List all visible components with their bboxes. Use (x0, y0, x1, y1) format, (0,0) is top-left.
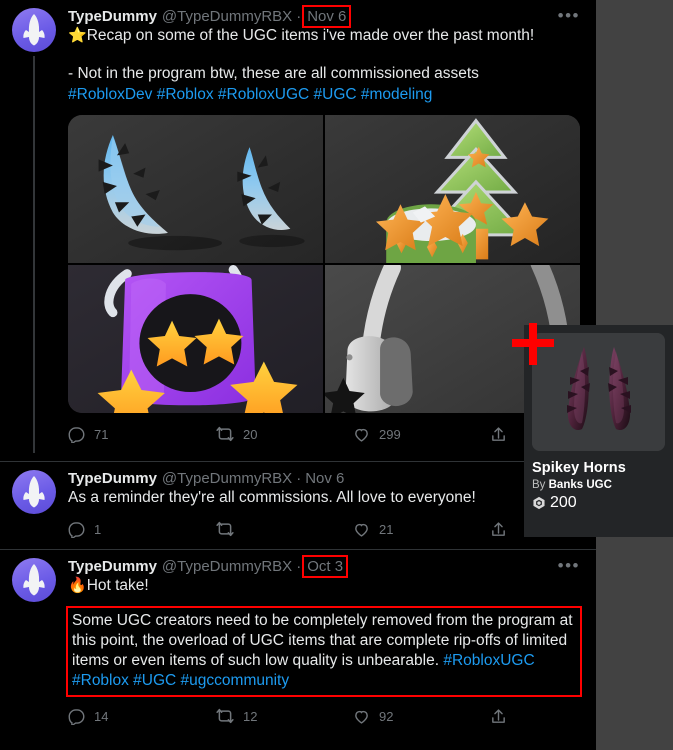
item-price-row: 200 (532, 494, 665, 512)
hashtag-list[interactable]: #RobloxDev #Roblox #RobloxUGC #UGC #mode… (68, 86, 432, 103)
heart-icon (355, 710, 368, 724)
star-emoji: ⭐ (68, 27, 87, 44)
like-count: 21 (379, 521, 394, 537)
tweet-hashtags[interactable]: #RobloxDev #Roblox #RobloxUGC #UGC #mode… (68, 85, 580, 105)
avatar[interactable] (12, 470, 56, 514)
reply-icon (68, 708, 85, 725)
reply-icon (68, 426, 85, 443)
tweet-body: TypeDummy @TypeDummyRBX · Nov 6 As a rem… (68, 470, 584, 546)
tweet-actions: 14 12 92 (68, 699, 580, 733)
item-price: 200 (550, 494, 577, 511)
tweet-actions: 71 20 299 (68, 417, 580, 451)
tweet-header: TypeDummy @TypeDummyRBX · Nov 6 ••• (68, 5, 580, 28)
handle[interactable]: @TypeDummyRBX (162, 8, 292, 25)
media-purple-star-hood[interactable] (68, 265, 323, 413)
avatar-column (12, 8, 68, 453)
tweet-media-grid[interactable] (68, 115, 580, 413)
reply-button[interactable]: 71 (68, 426, 216, 443)
reply-count: 14 (94, 708, 109, 724)
like-count: 299 (379, 426, 401, 442)
retweet-button[interactable]: 12 (216, 707, 353, 725)
like-button[interactable]: 92 (353, 708, 490, 725)
by-label: By (532, 479, 546, 491)
media-ice-spikey-horns[interactable] (68, 115, 323, 263)
heart-icon (355, 428, 368, 442)
share-icon (492, 521, 505, 536)
tweet-header: TypeDummy @TypeDummyRBX · Nov 6 (68, 470, 580, 487)
handle[interactable]: @TypeDummyRBX (162, 558, 292, 575)
display-name[interactable]: TypeDummy (68, 470, 157, 487)
tweet-header: TypeDummy @TypeDummyRBX · Oct 3 ••• (68, 555, 580, 578)
twitter-thread-column: TypeDummy @TypeDummyRBX · Nov 6 ••• ⭐Rec… (0, 0, 596, 750)
retweet-icon (216, 708, 234, 724)
avatar-column (12, 558, 68, 733)
tweet-text-line-1: ⭐Recap on some of the UGC items i've mad… (68, 26, 580, 46)
timestamp[interactable]: Nov 6 (305, 470, 344, 487)
heart-icon (355, 523, 368, 537)
spikey-horns-thumbnail[interactable] (532, 333, 665, 451)
thread-connector-line (33, 56, 35, 453)
tweet-body: TypeDummy @TypeDummyRBX · Oct 3 ••• 🔥Hot… (66, 555, 584, 733)
retweet-count: 12 (243, 708, 258, 724)
fire-emoji: 🔥 (68, 577, 87, 594)
reply-count: 71 (94, 426, 109, 442)
share-button[interactable] (490, 521, 516, 538)
reply-button[interactable]: 14 (68, 708, 216, 725)
display-name[interactable]: TypeDummy (68, 8, 157, 25)
timestamp[interactable]: Nov 6 (302, 5, 352, 28)
separator-dot: · (296, 8, 302, 25)
timestamp[interactable]: Oct 3 (302, 555, 349, 578)
tweet-text-line-1: 🔥Hot take! (68, 576, 580, 596)
robux-icon (533, 496, 545, 510)
tweet-body: TypeDummy @TypeDummyRBX · Nov 6 ••• ⭐Rec… (68, 5, 584, 451)
like-button[interactable]: 299 (353, 426, 490, 443)
item-creator-row: By Banks UGC (532, 479, 665, 491)
more-options-icon[interactable]: ••• (558, 557, 580, 574)
like-button[interactable]: 21 (353, 521, 490, 538)
avatar[interactable] (12, 8, 56, 52)
handle[interactable]: @TypeDummyRBX (162, 470, 292, 487)
tweet-text-1a: Recap on some of the UGC items i've made… (86, 27, 535, 44)
retweet-count: 20 (243, 426, 258, 442)
retweet-button[interactable] (216, 520, 353, 538)
avatar[interactable] (12, 558, 56, 602)
more-options-icon[interactable]: ••• (558, 7, 580, 24)
retweet-icon (216, 521, 234, 537)
reply-button[interactable]: 1 (68, 521, 216, 538)
media-christmas-tree-hat[interactable] (325, 115, 580, 263)
tweet-text-3a: Hot take! (86, 577, 149, 594)
item-title[interactable]: Spikey Horns (532, 460, 665, 476)
retweet-icon (216, 426, 234, 442)
retweet-button[interactable]: 20 (216, 425, 353, 443)
reply-count: 1 (94, 521, 102, 537)
tweet-text-line-2: - Not in the program btw, these are all … (68, 65, 479, 82)
tweet-1[interactable]: TypeDummy @TypeDummyRBX · Nov 6 ••• ⭐Rec… (0, 0, 596, 462)
tweet-3[interactable]: TypeDummy @TypeDummyRBX · Oct 3 ••• 🔥Hot… (0, 550, 596, 750)
share-icon (492, 708, 505, 723)
tweet-2[interactable]: TypeDummy @TypeDummyRBX · Nov 6 As a rem… (0, 462, 596, 550)
tweet-text-line-1: As a reminder they're all commissions. A… (68, 489, 476, 506)
reply-icon (68, 521, 85, 538)
share-button[interactable] (490, 708, 516, 725)
item-creator[interactable]: Banks UGC (549, 479, 612, 491)
annotated-tweet-text: Some UGC creators need to be completely … (66, 606, 582, 697)
display-name[interactable]: TypeDummy (68, 558, 157, 575)
share-button[interactable] (490, 426, 516, 443)
separator-dot: · (296, 558, 302, 575)
avatar-column (12, 470, 68, 546)
like-count: 92 (379, 708, 394, 724)
screenshot-root: TypeDummy @TypeDummyRBX · Nov 6 ••• ⭐Rec… (0, 0, 673, 750)
share-icon (492, 426, 505, 441)
tweet-actions: 1 21 (68, 512, 580, 546)
roblox-item-card[interactable]: Spikey Horns By Banks UGC 200 (524, 325, 673, 537)
separator-dot: · (296, 470, 302, 487)
